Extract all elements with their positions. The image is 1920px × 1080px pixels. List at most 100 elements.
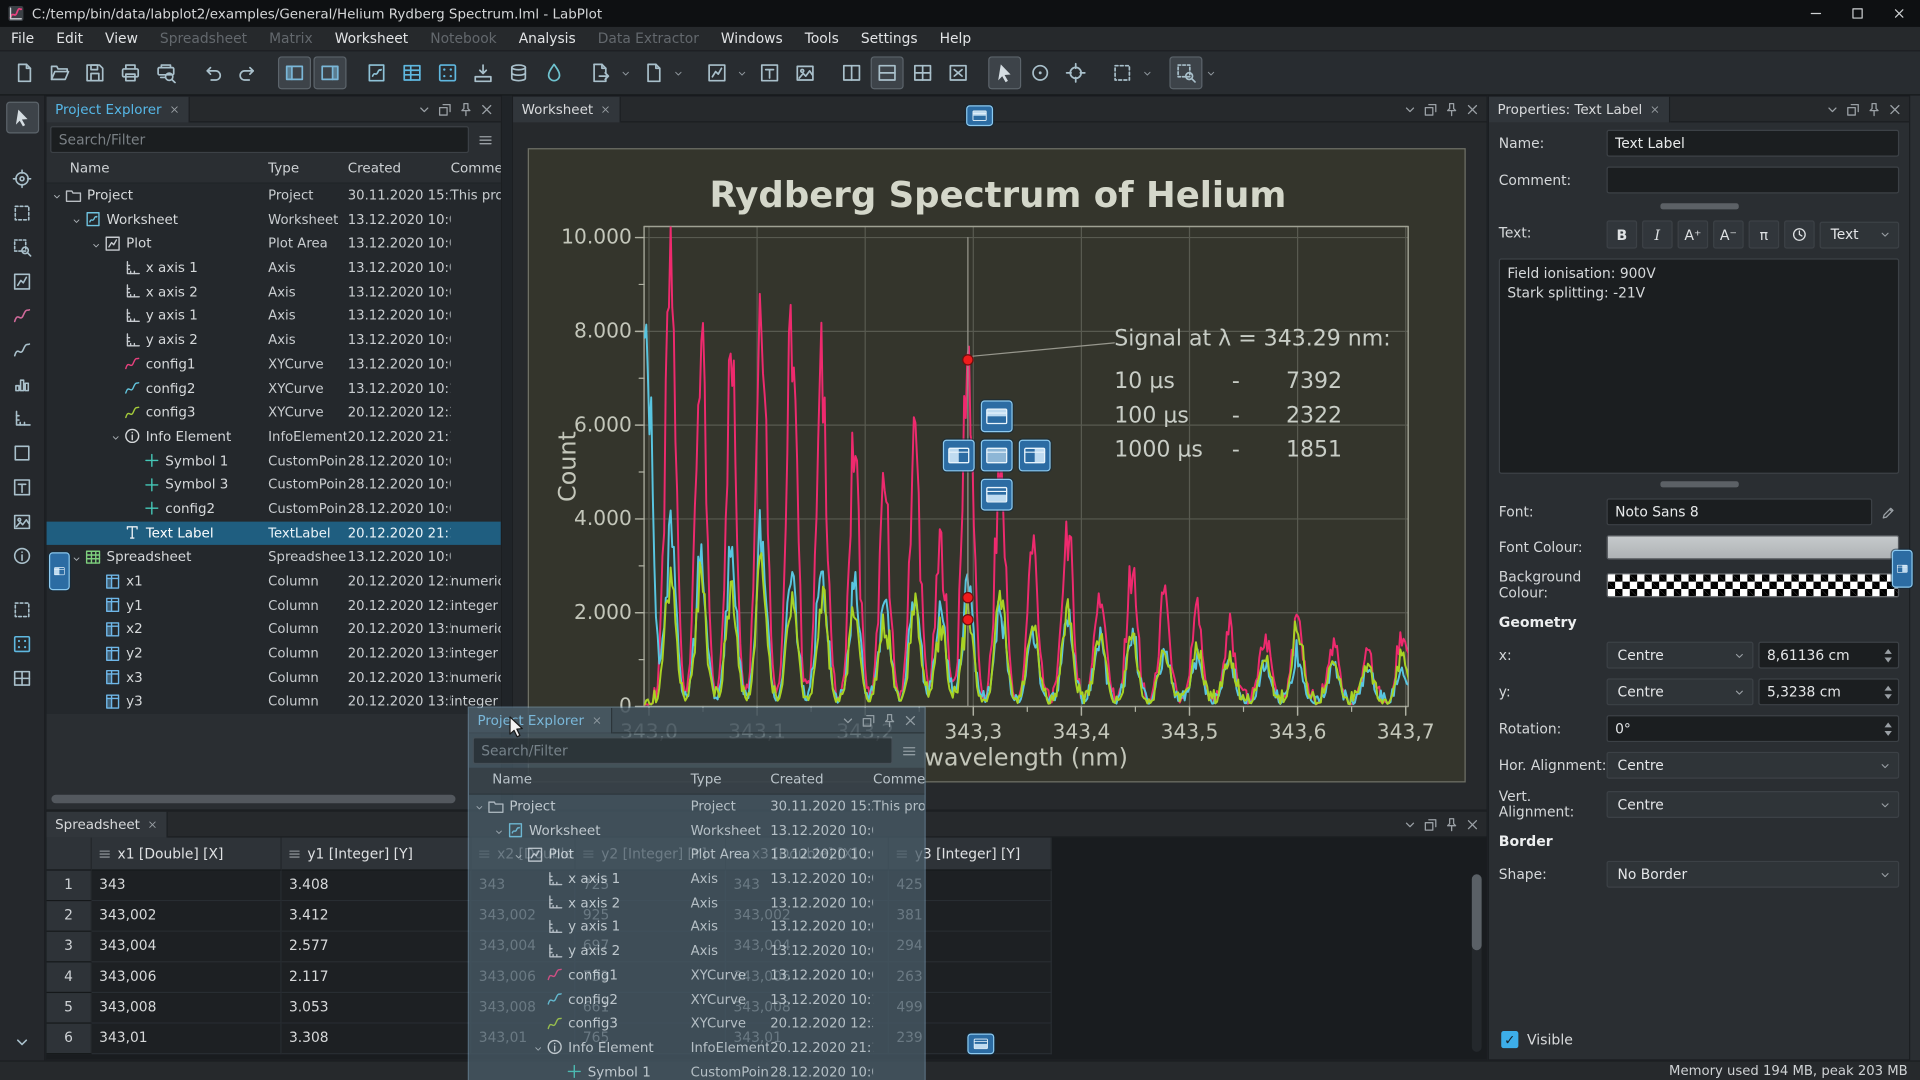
tree-row-config1[interactable]: config1XYCurve13.12.2020 10:09 <box>47 352 501 376</box>
close-panel-icon[interactable] <box>1464 101 1480 117</box>
tool-add-image[interactable] <box>6 506 39 538</box>
tree-row-y-axis-2[interactable]: y axis 2Axis13.12.2020 10:01 <box>47 328 501 352</box>
toggle-project-explorer-button[interactable] <box>278 56 311 89</box>
tree-row-config3[interactable]: config3XYCurve20.12.2020 12:39 <box>469 1012 925 1036</box>
close-panel-icon[interactable] <box>902 712 918 728</box>
color-maps-button[interactable] <box>538 56 571 89</box>
menu-analysis[interactable]: Analysis <box>508 26 587 50</box>
panel-menu-icon[interactable] <box>416 101 432 117</box>
menu-edit[interactable]: Edit <box>45 26 94 50</box>
layout-grid-button[interactable] <box>906 56 939 89</box>
column-header-comment[interactable]: Comment <box>451 160 501 176</box>
background-colour-swatch[interactable] <box>1607 573 1900 597</box>
tree-row-info-element[interactable]: Info ElementInfoElement20.12.2020 21:15 <box>47 425 501 449</box>
tool-add-legend[interactable] <box>6 437 39 469</box>
column-header-name[interactable]: Name <box>70 160 110 176</box>
tree-row-worksheet[interactable]: WorksheetWorksheet13.12.2020 10:01 <box>469 819 925 843</box>
column-header-x1[interactable]: x1 [Double] [X] <box>92 838 282 871</box>
import-data-button[interactable] <box>467 56 500 89</box>
column-header-created[interactable]: Created <box>348 160 401 176</box>
split-vertical-button[interactable] <box>835 56 868 89</box>
tree-row-x-axis-2[interactable]: x axis 2Axis13.12.2020 10:01 <box>47 280 501 304</box>
column-header-created[interactable]: Created <box>770 771 823 787</box>
tree-row-plot[interactable]: PlotPlot Area13.12.2020 10:01 <box>469 843 925 867</box>
new-from-template-button[interactable] <box>637 56 670 89</box>
close-panel-icon[interactable] <box>479 101 495 117</box>
expander-icon[interactable] <box>51 185 62 208</box>
pin-panel-icon[interactable] <box>1444 101 1460 117</box>
expander-icon[interactable] <box>474 796 485 819</box>
tree-row-x2[interactable]: x2Column20.12.2020 13:55numerical <box>47 618 501 642</box>
tree-row-config2[interactable]: config2XYCurve13.12.2020 10:11 <box>469 988 925 1012</box>
text-mode-combo[interactable]: Text <box>1820 221 1900 248</box>
horizontal-scrollbar[interactable] <box>51 795 455 804</box>
tree-row-project[interactable]: ProjectProject30.11.2020 15:23This proje… <box>47 184 501 208</box>
cell[interactable]: 3.053 <box>282 993 472 1024</box>
panel-menu-icon[interactable] <box>1824 101 1840 117</box>
cell[interactable]: 343,002 <box>92 901 282 932</box>
print-preview-button[interactable] <box>149 56 182 89</box>
add-plot-button[interactable] <box>700 56 733 89</box>
tree-row-y-axis-1[interactable]: y axis 1Axis13.12.2020 10:01 <box>47 304 501 328</box>
tool-grid[interactable] <box>6 662 39 694</box>
tree-row-y2[interactable]: y2Column20.12.2020 13:55integer data <box>47 642 501 666</box>
select-region-button-dropdown[interactable] <box>1140 56 1155 89</box>
font-colour-swatch[interactable] <box>1607 535 1900 559</box>
resize-handle[interactable] <box>1660 481 1738 487</box>
tool-crosshair[interactable] <box>6 163 39 195</box>
select-region-button[interactable] <box>1106 56 1139 89</box>
menu-settings[interactable]: Settings <box>850 26 929 50</box>
redo-button[interactable] <box>231 56 264 89</box>
cell[interactable]: 3.412 <box>282 901 472 932</box>
zoom-select-button-dropdown[interactable] <box>1204 56 1219 89</box>
superscript-button[interactable]: A⁺ <box>1678 220 1709 248</box>
close-tab-icon[interactable] <box>169 103 180 114</box>
expander-icon[interactable] <box>533 1037 544 1060</box>
float-panel-icon[interactable] <box>1423 101 1439 117</box>
tab-worksheet[interactable]: Worksheet <box>513 96 621 122</box>
menu-worksheet[interactable]: Worksheet <box>324 26 419 50</box>
menu-windows[interactable]: Windows <box>710 26 794 50</box>
cell[interactable]: 2.577 <box>282 932 472 963</box>
tab-project-explorer[interactable]: Project Explorer <box>47 96 190 122</box>
float-panel-icon[interactable] <box>1423 816 1439 832</box>
cell[interactable]: 343,004 <box>92 932 282 963</box>
tree-row-config2[interactable]: config2XYCurve13.12.2020 10:11 <box>47 377 501 401</box>
name-field[interactable]: Text Label <box>1607 130 1900 157</box>
tool-add-equation-curve[interactable] <box>6 334 39 366</box>
float-panel-icon[interactable] <box>1845 101 1861 117</box>
panel-menu-icon[interactable] <box>1402 816 1418 832</box>
tree-row-y-axis-1[interactable]: y axis 1Axis13.12.2020 10:01 <box>469 915 925 939</box>
new-worksheet-button[interactable] <box>360 56 393 89</box>
column-header-y1[interactable]: y1 [Integer] [Y] <box>282 838 472 871</box>
column-header-type[interactable]: Type <box>268 160 299 176</box>
splitter-vertical[interactable] <box>502 96 512 811</box>
font-field[interactable]: Noto Sans 8 <box>1607 498 1873 525</box>
x-position-spinbox[interactable]: 8,61136 cm <box>1758 642 1899 669</box>
new-project-button[interactable] <box>7 56 40 89</box>
cell[interactable]: 3.408 <box>282 871 472 902</box>
expander-icon[interactable] <box>91 233 102 256</box>
minimize-button[interactable] <box>1795 0 1837 27</box>
vert-alignment-combo[interactable]: Centre <box>1607 791 1900 818</box>
sql-connection-button[interactable] <box>502 56 535 89</box>
pointer-mode-button[interactable] <box>988 56 1021 89</box>
tree-row-symbol-3[interactable]: Symbol 3CustomPoint28.12.2020 10:06 <box>47 473 501 497</box>
float-panel-icon[interactable] <box>861 712 877 728</box>
cell[interactable]: 343,008 <box>92 993 282 1024</box>
zoom-select-button[interactable] <box>1169 56 1202 89</box>
tree-row-config3[interactable]: config3XYCurve20.12.2020 12:39 <box>47 401 501 425</box>
tool-add-histogram[interactable] <box>6 369 39 401</box>
tree-row-spreadsheet[interactable]: SpreadsheetSpreadsheet13.12.2020 10:08 <box>47 545 501 569</box>
datetime-button[interactable] <box>1784 220 1815 248</box>
x-anchor-combo[interactable]: Centre <box>1607 642 1754 669</box>
expander-icon[interactable] <box>513 844 524 867</box>
tree-row-x1[interactable]: x1Column20.12.2020 12:39numerical <box>47 569 501 593</box>
close-panel-icon[interactable] <box>1464 816 1480 832</box>
dragged-project-explorer-panel[interactable]: Project Explorer NameTypeCreatedCommentP… <box>469 708 925 1080</box>
print-button[interactable] <box>114 56 147 89</box>
text-content-area[interactable]: Field ionisation: 900V Stark splitting: … <box>1499 258 1899 474</box>
tool-add-plot[interactable] <box>6 266 39 298</box>
symbols-button[interactable]: π <box>1749 220 1780 248</box>
crosshair-mode-button[interactable] <box>1059 56 1092 89</box>
